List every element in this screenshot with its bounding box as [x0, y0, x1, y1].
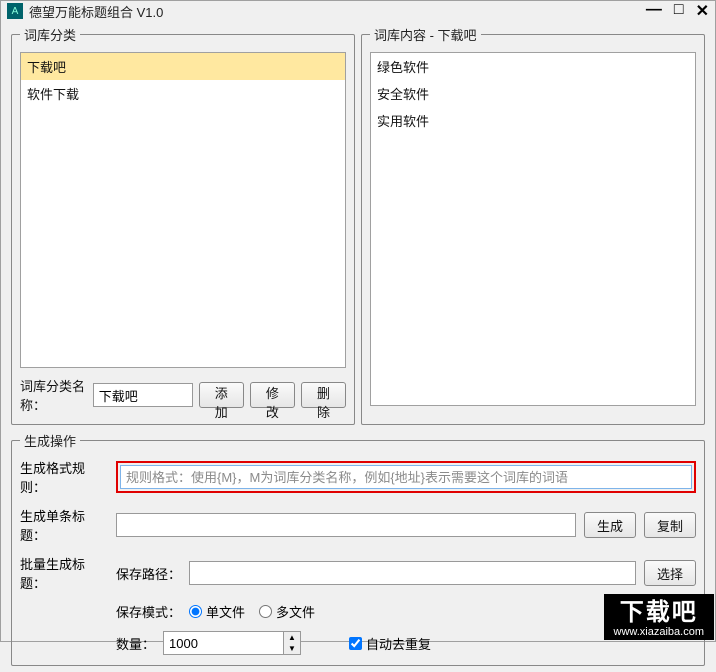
- choose-path-button[interactable]: 选择: [644, 560, 696, 586]
- spin-up-icon[interactable]: ▲: [284, 632, 300, 643]
- content-listbox[interactable]: 绿色软件安全软件实用软件: [370, 52, 696, 406]
- delete-button[interactable]: 删除: [301, 382, 346, 408]
- add-button[interactable]: 添加: [199, 382, 244, 408]
- dedup-checkbox[interactable]: 自动去重复: [349, 634, 431, 653]
- category-legend: 词库分类: [20, 25, 80, 44]
- radio-multi-file-input[interactable]: [259, 605, 272, 618]
- quantity-stepper[interactable]: ▲ ▼: [163, 631, 301, 655]
- dedup-checkbox-input[interactable]: [349, 637, 362, 650]
- category-list-item[interactable]: 软件下载: [21, 80, 345, 107]
- generate-button[interactable]: 生成: [584, 512, 636, 538]
- minimize-button[interactable]: —: [646, 1, 662, 21]
- category-name-input[interactable]: [93, 383, 193, 407]
- save-path-input[interactable]: [189, 561, 636, 585]
- maximize-button[interactable]: □: [674, 1, 684, 21]
- main-window: 德望万能标题组合 V1.0 — □ ✕ 词库分类 下载吧软件下载 词库分类名称：…: [0, 0, 716, 642]
- window-title: 德望万能标题组合 V1.0: [29, 2, 646, 21]
- category-panel: 词库分类 下载吧软件下载 词库分类名称： 添加 修改 删除: [11, 25, 355, 425]
- generate-legend: 生成操作: [20, 431, 80, 450]
- quantity-input[interactable]: [163, 631, 283, 655]
- content-panel: 词库内容 - 下载吧 绿色软件安全软件实用软件: [361, 25, 705, 425]
- quantity-label: 数量：: [116, 634, 155, 653]
- rule-label: 生成格式规则：: [20, 458, 108, 496]
- radio-multi-file[interactable]: 多文件: [259, 602, 315, 621]
- edit-button[interactable]: 修改: [250, 382, 295, 408]
- radio-single-file-input[interactable]: [189, 605, 202, 618]
- save-path-label: 保存路径：: [116, 564, 181, 583]
- rule-input[interactable]: [120, 465, 692, 489]
- single-output-input[interactable]: [116, 513, 576, 537]
- content-legend: 词库内容 - 下载吧: [370, 25, 481, 44]
- single-label: 生成单条标题：: [20, 506, 108, 544]
- titlebar: 德望万能标题组合 V1.0 — □ ✕: [1, 1, 715, 21]
- radio-single-file[interactable]: 单文件: [189, 602, 245, 621]
- category-list-item[interactable]: 下载吧: [21, 53, 345, 80]
- close-button[interactable]: ✕: [696, 1, 709, 21]
- batch-label: 批量生成标题：: [20, 554, 108, 592]
- content-list-item[interactable]: 实用软件: [371, 107, 695, 134]
- category-name-label: 词库分类名称：: [20, 376, 87, 414]
- rule-highlight: [116, 461, 696, 493]
- save-mode-label: 保存模式：: [116, 602, 181, 621]
- spin-down-icon[interactable]: ▼: [284, 643, 300, 654]
- content-list-item[interactable]: 绿色软件: [371, 53, 695, 80]
- generate-panel: 生成操作 生成格式规则： 生成单条标题： 生成 复制 批量生成标题： 保存路径：…: [11, 431, 705, 666]
- copy-button[interactable]: 复制: [644, 512, 696, 538]
- content-list-item[interactable]: 安全软件: [371, 80, 695, 107]
- app-icon: [7, 3, 23, 19]
- watermark: 下载吧 www.xiazaiba.com: [604, 594, 714, 640]
- category-listbox[interactable]: 下载吧软件下载: [20, 52, 346, 368]
